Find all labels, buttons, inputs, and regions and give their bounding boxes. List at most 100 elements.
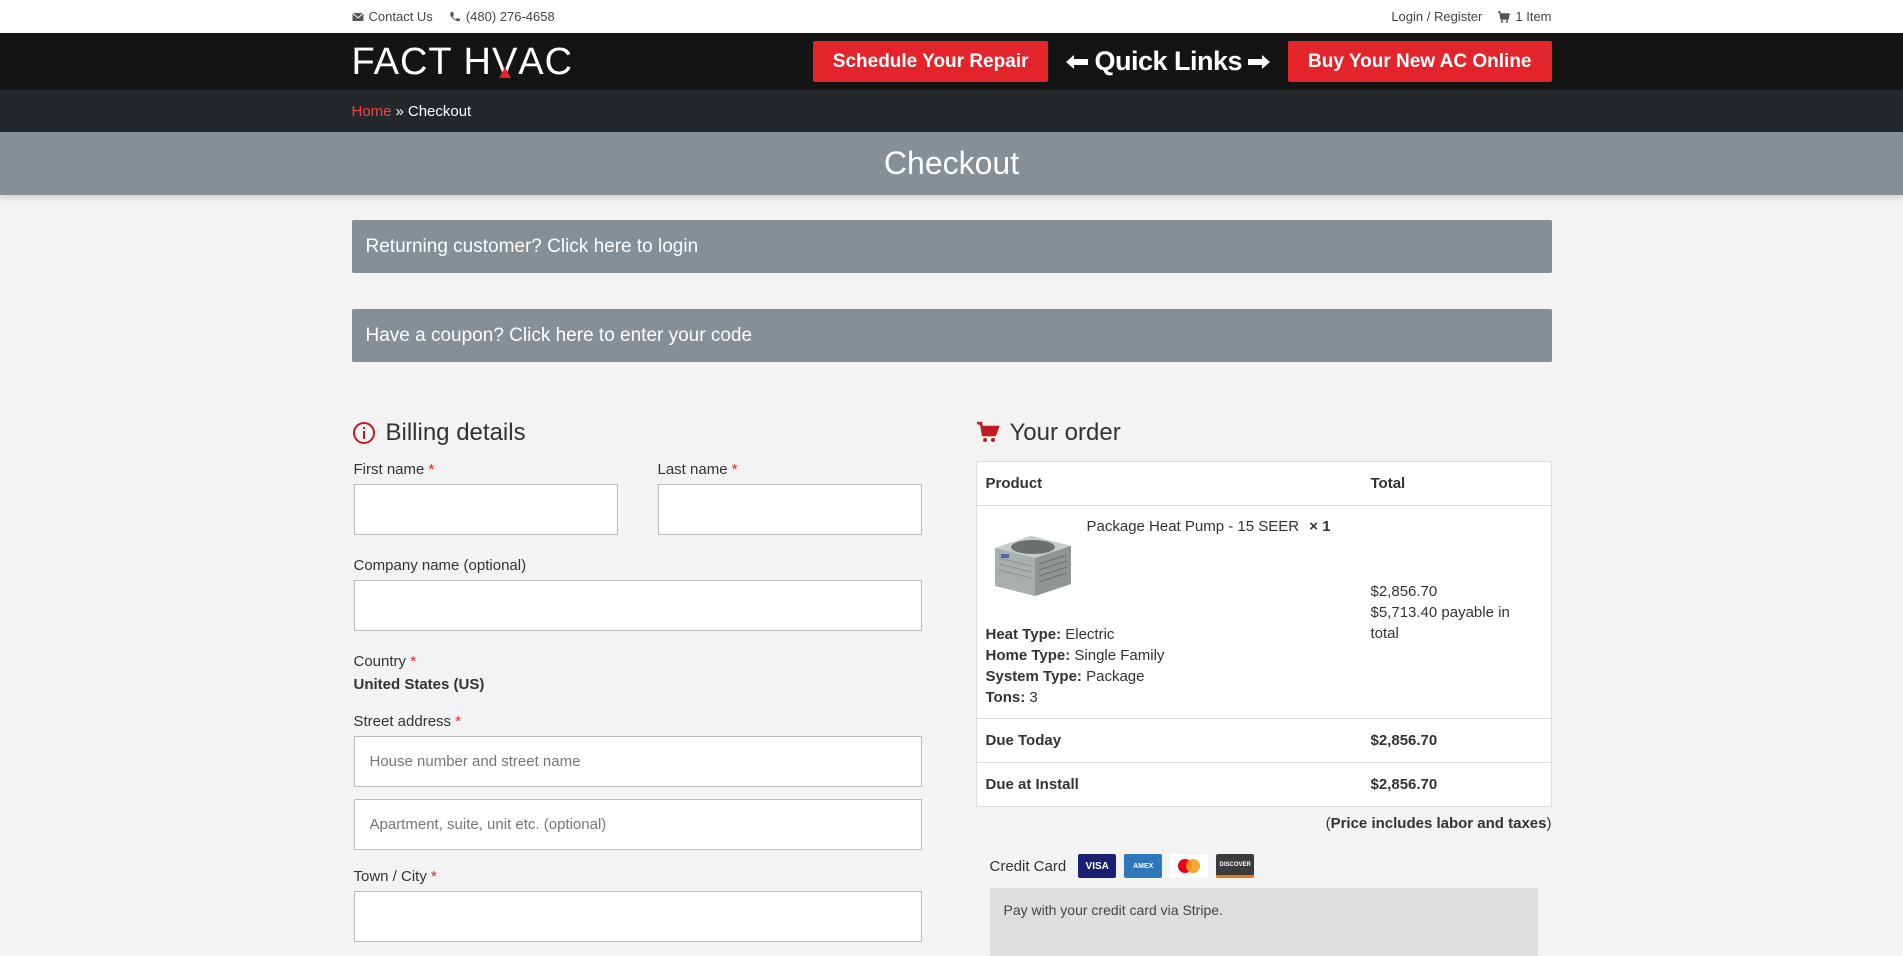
page-title-bar: Checkout bbox=[0, 132, 1903, 195]
street-address-input[interactable] bbox=[353, 736, 922, 787]
price-note-close: ) bbox=[1546, 815, 1552, 832]
last-name-label: Last name * bbox=[658, 461, 922, 478]
city-input[interactable] bbox=[353, 891, 922, 942]
breadcrumb-current: Checkout bbox=[407, 102, 472, 120]
shopping-cart-icon bbox=[976, 421, 1000, 442]
street-group: Street address * bbox=[353, 713, 922, 850]
attribute-heat-type: Heat Type: Electric bbox=[986, 624, 1165, 645]
first-name-label: First name * bbox=[354, 461, 618, 478]
attribute-home-type: Home Type: Single Family bbox=[986, 645, 1165, 666]
cart-count: 1 Item bbox=[1515, 9, 1552, 24]
attribute-value: Electric bbox=[1065, 626, 1115, 643]
payment-description-box: Pay with your credit card via Stripe. bbox=[989, 888, 1538, 956]
required-mark: * bbox=[410, 653, 417, 670]
company-input[interactable] bbox=[353, 580, 922, 631]
site-logo[interactable]: FACT H V AC bbox=[352, 43, 574, 81]
schedule-repair-button[interactable]: Schedule Your Repair bbox=[812, 41, 1049, 82]
visa-card-text: VISA bbox=[1085, 860, 1109, 872]
quick-links-label: Quick Links bbox=[1094, 46, 1243, 76]
coupon-notice[interactable]: Have a coupon? Click here to enter your … bbox=[351, 309, 1552, 362]
total-column-header: Total bbox=[1370, 475, 1406, 492]
attribute-key: Heat Type: bbox=[985, 626, 1062, 643]
logo-text-b: AC bbox=[518, 40, 574, 83]
company-group: Company name (optional) bbox=[353, 557, 922, 631]
due-install-value: $2,856.70 bbox=[1370, 776, 1438, 793]
product-attributes: Heat Type: Electric Home Type: Single Fa… bbox=[986, 624, 1165, 708]
due-install-row: Due at Install $2,856.70 bbox=[977, 763, 1551, 806]
city-label-text: Town / City bbox=[353, 868, 427, 885]
country-value: United States (US) bbox=[353, 676, 485, 693]
envelope-icon bbox=[351, 12, 364, 21]
city-label: Town / City * bbox=[354, 868, 922, 885]
street-label: Street address * bbox=[354, 713, 922, 730]
due-today-label: Due Today bbox=[985, 732, 1062, 749]
mastercard-icon bbox=[1170, 854, 1209, 878]
credit-card-label: Credit Card bbox=[989, 857, 1067, 875]
contact-link[interactable]: Contact Us bbox=[351, 9, 433, 24]
site-header: FACT H V AC Schedule Your Repair Quick L… bbox=[0, 33, 1903, 90]
buy-new-ac-button[interactable]: Buy Your New AC Online bbox=[1288, 41, 1552, 82]
attribute-key: Home Type: bbox=[985, 647, 1071, 664]
apartment-input[interactable] bbox=[353, 799, 922, 850]
due-install-label: Due at Install bbox=[985, 776, 1079, 793]
discover-card-icon: DISCOVER bbox=[1216, 854, 1255, 878]
last-name-input[interactable] bbox=[657, 484, 922, 535]
discover-card-text: DISCOVER bbox=[1219, 861, 1251, 868]
phone-number: (480) 276-4658 bbox=[465, 9, 555, 24]
product-name: Package Heat Pump - 15 SEER bbox=[1086, 518, 1300, 535]
line-total-cell: $2,856.70 $5,713.40 payable in total bbox=[1362, 506, 1551, 718]
quick-links[interactable]: Quick Links bbox=[1066, 46, 1271, 77]
cart-link[interactable]: 1 Item bbox=[1498, 9, 1552, 24]
last-name-label-text: Last name bbox=[657, 461, 728, 478]
cart-icon bbox=[1498, 10, 1511, 23]
billing-heading-text: Billing details bbox=[385, 419, 526, 446]
heat-pump-unit-icon bbox=[994, 536, 1071, 596]
due-today-value: $2,856.70 bbox=[1370, 732, 1438, 749]
company-label: Company name (optional) bbox=[353, 557, 527, 574]
order-section: Your order Product Total Package Heat Pu… bbox=[975, 419, 1552, 956]
login-register-link[interactable]: Login / Register bbox=[1391, 9, 1482, 24]
phone-icon bbox=[450, 11, 460, 21]
product-image bbox=[991, 530, 1073, 598]
contact-label: Contact Us bbox=[368, 9, 433, 24]
first-name-label-text: First name bbox=[353, 461, 425, 478]
mastercard-circles-icon bbox=[1178, 859, 1201, 873]
breadcrumb-home-link[interactable]: Home bbox=[352, 103, 392, 120]
attribute-system-type: System Type: Package bbox=[986, 666, 1165, 687]
arrow-right-icon bbox=[1248, 54, 1271, 69]
page-title: Checkout bbox=[883, 145, 1020, 181]
logo-red-triangle-icon bbox=[499, 66, 512, 78]
attribute-key: Tons: bbox=[985, 689, 1026, 706]
visa-card-icon: VISA bbox=[1078, 854, 1117, 878]
phone-link[interactable]: (480) 276-4658 bbox=[449, 9, 555, 24]
amex-card-text: AMEX bbox=[1133, 862, 1154, 870]
product-quantity: × 1 bbox=[1309, 518, 1331, 535]
city-group: Town / City * bbox=[353, 868, 922, 942]
product-column-header: Product bbox=[985, 475, 1043, 492]
attribute-value: Single Family bbox=[1074, 647, 1165, 664]
required-mark: * bbox=[731, 461, 738, 478]
info-icon bbox=[352, 422, 375, 444]
required-mark: * bbox=[431, 868, 437, 885]
country-label-text: Country bbox=[353, 653, 407, 670]
price-note-text: Price includes labor and taxes bbox=[1330, 815, 1547, 832]
attribute-key: System Type: bbox=[985, 668, 1082, 685]
attribute-value: 3 bbox=[1029, 689, 1038, 706]
order-line-item: Package Heat Pump - 15 SEER × 1 Heat Typ… bbox=[976, 506, 1551, 719]
payment-method-option[interactable]: Credit Card VISA AMEX DISCOVER bbox=[990, 854, 1552, 878]
arrow-left-icon bbox=[1066, 54, 1089, 69]
last-name-group: Last name * bbox=[657, 461, 922, 535]
line-price: $2,856.70 bbox=[1370, 582, 1438, 600]
line-total-note: $5,713.40 payable in total bbox=[1370, 603, 1510, 642]
order-table: Product Total Package Heat Pump - 15 SEE… bbox=[975, 461, 1552, 807]
first-name-group: First name * bbox=[353, 461, 618, 535]
first-name-input[interactable] bbox=[353, 484, 618, 535]
due-today-row: Due Today $2,856.70 bbox=[976, 719, 1551, 763]
country-label: Country * bbox=[354, 653, 922, 670]
street-label-text: Street address bbox=[353, 713, 452, 730]
breadcrumb-separator: » bbox=[395, 102, 404, 120]
payment-description: Pay with your credit card via Stripe. bbox=[1003, 902, 1223, 918]
returning-customer-notice[interactable]: Returning customer? Click here to login bbox=[351, 220, 1552, 273]
product-title: Package Heat Pump - 15 SEER × 1 bbox=[1087, 518, 1331, 535]
attribute-tons: Tons: 3 bbox=[986, 687, 1165, 708]
